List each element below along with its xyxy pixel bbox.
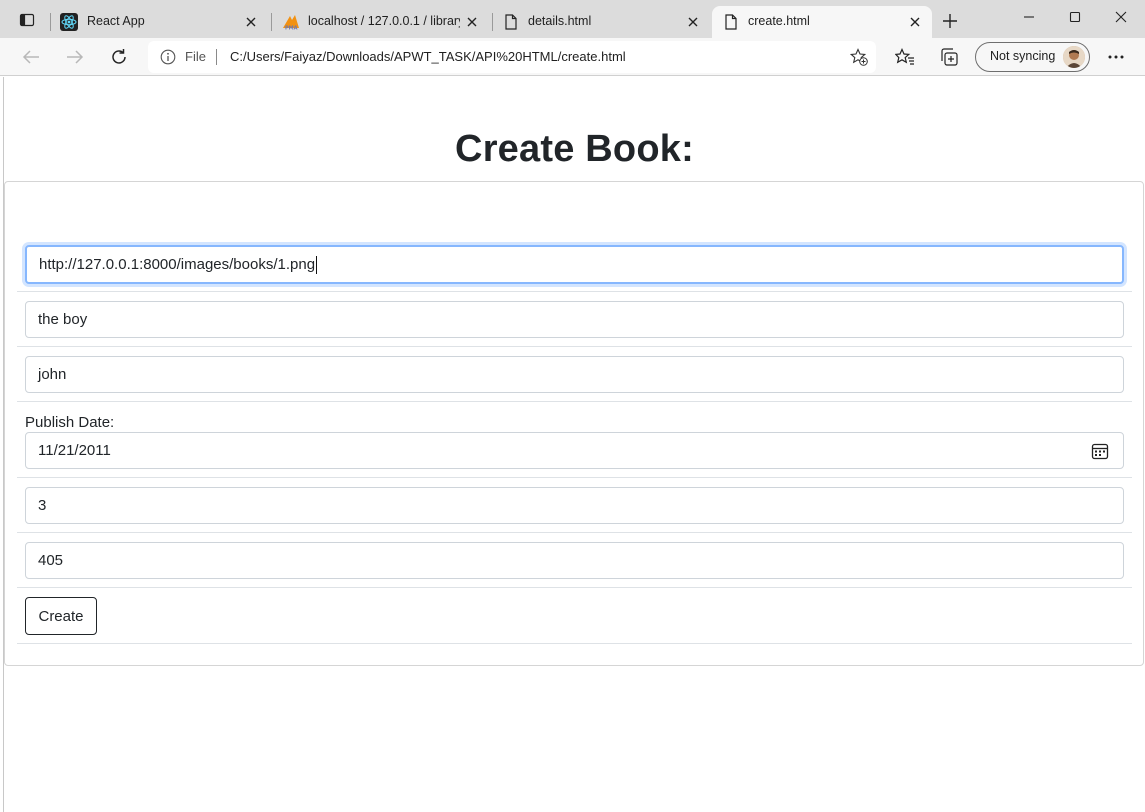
form-row: Create [17,588,1132,644]
profile-button[interactable]: Not syncing [975,42,1090,72]
book-name-value: the boy [38,311,88,328]
tab-phpmyadmin[interactable]: PMA localhost / 127.0.0.1 / library_ [273,6,489,38]
tab-title: details.html [528,14,592,28]
tab-separator [50,13,51,31]
collections-icon [941,48,958,66]
close-icon [688,17,698,27]
form-row: 405 [17,533,1132,588]
number-value: 3 [38,497,47,514]
settings-more-button[interactable] [1104,46,1128,68]
page-content: Create Book: http://127.0.0.1:8000/image… [3,77,1145,812]
close-icon [246,17,256,27]
close-icon [1115,11,1127,23]
tab-create-html[interactable]: create.html [712,6,932,38]
publish-date-value: 11/21/2011 [38,442,111,459]
refresh-icon [112,49,126,64]
tab-separator [271,13,272,31]
image-url-input[interactable]: http://127.0.0.1:8000/images/books/1.png [25,245,1124,284]
address-bar[interactable]: File C:/Users/Faiyaz/Downloads/APWT_TASK… [148,41,876,73]
tab-title: create.html [748,14,810,28]
page-title: Create Book: [455,128,694,170]
form-row: http://127.0.0.1:8000/images/books/1.png [17,182,1132,292]
svg-text:PMA: PMA [285,26,298,31]
calendar-icon[interactable] [1091,442,1109,460]
tab-details-html[interactable]: details.html [494,6,710,38]
close-window-button[interactable] [1098,5,1144,29]
number-input[interactable]: 405 [25,542,1124,579]
tab-actions-button[interactable] [11,9,43,31]
profile-status-label: Not syncing [990,49,1056,63]
create-button[interactable]: Create [25,597,97,635]
tab-close-button[interactable] [464,14,480,30]
tab-react-app[interactable]: React App [52,6,268,38]
favorites-icon [895,48,914,65]
arrow-left-icon [22,50,39,64]
maximize-icon [1069,11,1081,23]
browser-toolbar: File C:/Users/Faiyaz/Downloads/APWT_TASK… [0,38,1145,76]
publish-date-input[interactable]: 11/21/2011 [25,432,1124,469]
add-favorite-icon[interactable] [850,48,868,66]
more-horizontal-icon [1108,55,1124,59]
text-cursor [316,255,318,274]
close-icon [467,17,477,27]
phpmyadmin-icon: PMA [283,15,299,31]
tab-separator [492,13,493,31]
address-divider [216,49,217,65]
info-icon[interactable] [160,49,176,65]
arrow-right-icon [67,50,84,64]
address-scheme-label: File [185,49,206,64]
collections-button[interactable] [938,46,960,68]
image-url-value: http://127.0.0.1:8000/images/books/1.png [39,256,316,273]
author-input[interactable]: john [25,356,1124,393]
close-icon [910,17,920,27]
book-name-input[interactable]: the boy [25,301,1124,338]
tab-close-button[interactable] [243,14,259,30]
tab-strip: React App PMA localhost / 127.0.0.1 / li… [0,0,1145,38]
form-row: the boy [17,292,1132,347]
number-value: 405 [38,552,64,569]
publish-date-label: Publish Date: [25,414,115,431]
tab-close-button[interactable] [685,14,701,30]
form-row: 3 [17,478,1132,533]
create-book-form: http://127.0.0.1:8000/images/books/1.png… [4,181,1144,666]
file-icon [725,14,737,30]
tab-title: localhost / 127.0.0.1 / library_ [308,14,460,28]
form-row: john [17,347,1132,402]
minimize-icon [1024,16,1034,18]
avatar [1063,46,1085,68]
react-icon [60,13,78,31]
minimize-button[interactable] [1006,5,1052,29]
back-button[interactable] [17,43,45,71]
favorites-button[interactable] [894,46,916,68]
file-icon [505,14,517,30]
form-row: Publish Date: 11/21/2011 [17,402,1132,478]
forward-button[interactable] [61,43,89,71]
number-input[interactable]: 3 [25,487,1124,524]
address-url[interactable]: C:/Users/Faiyaz/Downloads/APWT_TASK/API%… [230,49,626,64]
tab-actions-icon [19,13,35,27]
plus-icon [943,14,957,28]
tab-title: React App [87,14,145,28]
new-tab-button[interactable] [938,10,962,32]
refresh-button[interactable] [105,43,133,71]
maximize-button[interactable] [1052,5,1098,29]
author-value: john [38,366,67,383]
tab-close-button[interactable] [907,14,923,30]
